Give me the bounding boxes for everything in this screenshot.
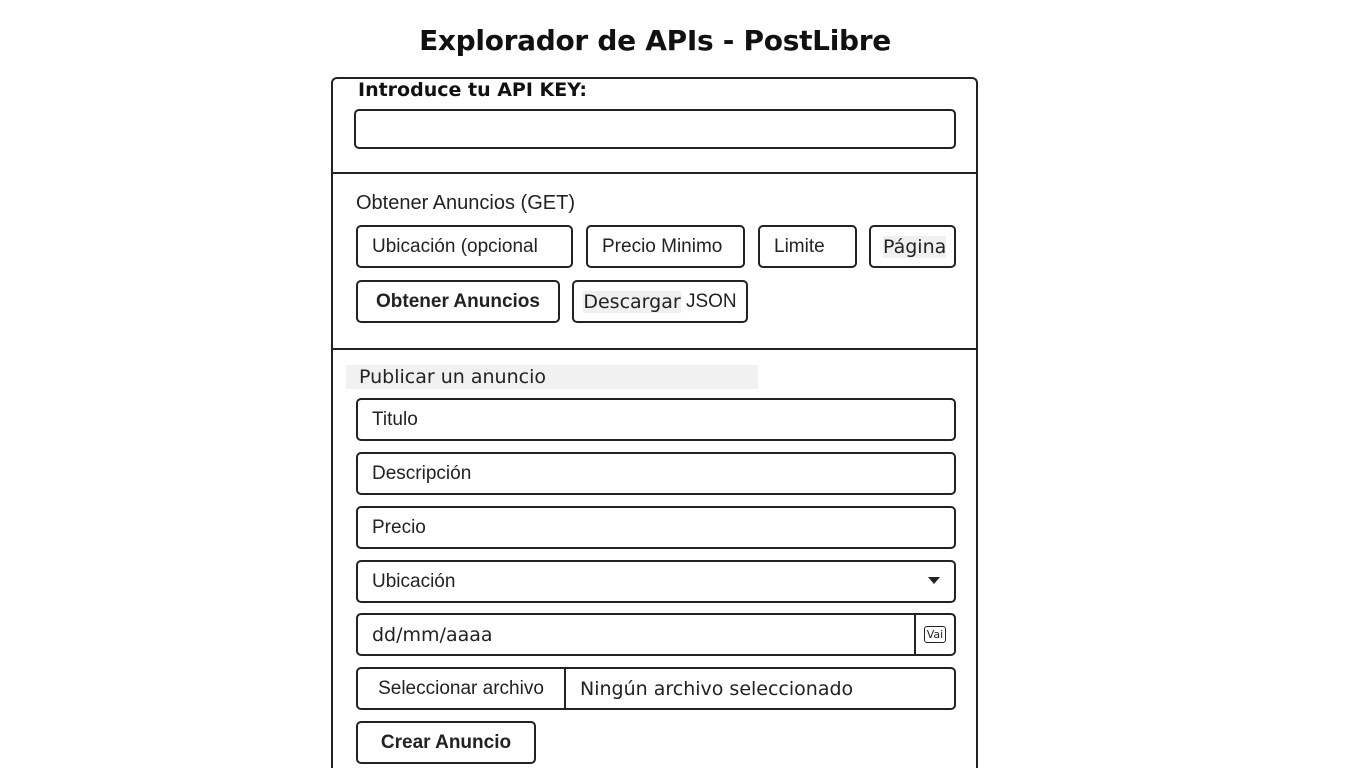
price-placeholder: Precio — [372, 516, 426, 538]
download-json-button[interactable]: Descargar JSON — [572, 280, 748, 323]
description-placeholder: Descripción — [372, 462, 472, 484]
post-ad-section: Publicar un anuncio Titulo Descripción P… — [333, 350, 976, 768]
description-input[interactable]: Descripción — [356, 452, 956, 495]
price-input[interactable]: Precio — [356, 506, 956, 549]
limit-placeholder: Limite — [774, 235, 825, 257]
api-key-label: Introduce tu API KEY: — [358, 79, 587, 101]
get-ads-section: Obtener Anuncios (GET) Ubicación (opcion… — [333, 174, 976, 350]
date-placeholder: dd/mm/aaaa — [372, 623, 493, 646]
location-filter-placeholder: Ubicación (opcional — [372, 235, 538, 257]
limit-input[interactable]: Limite — [758, 225, 857, 268]
api-explorer-card: Introduce tu API KEY: Obtener Anuncios (… — [331, 77, 978, 768]
create-ad-button-label: Crear Anuncio — [380, 731, 512, 753]
date-input[interactable]: dd/mm/aaaa Vai — [356, 613, 956, 656]
calendar-icon: Vai — [923, 626, 947, 643]
chevron-down-icon — [928, 577, 940, 584]
page-placeholder: Página — [883, 235, 947, 258]
get-section-title: Obtener Anuncios (GET) — [356, 192, 575, 214]
post-section-title: Publicar un anuncio — [346, 365, 758, 389]
page-input[interactable]: Página — [869, 225, 956, 268]
title-placeholder: Titulo — [372, 408, 418, 430]
title-input[interactable]: Titulo — [356, 398, 956, 441]
date-picker-button[interactable]: Vai — [914, 615, 954, 654]
file-status-text: Ningún archivo seleccionado — [580, 677, 854, 700]
download-json-label-part1: Descargar — [583, 290, 681, 313]
download-json-label-part2: JSON — [680, 290, 737, 312]
file-input[interactable]: Seleccionar archivo Ningún archivo selec… — [356, 667, 956, 710]
select-file-button[interactable]: Seleccionar archivo — [358, 669, 566, 708]
get-ads-button[interactable]: Obtener Anuncios — [356, 280, 560, 323]
location-select[interactable]: Ubicación — [356, 560, 956, 603]
page-title: Explorador de APIs - PostLibre — [419, 24, 891, 57]
get-ads-button-label: Obtener Anuncios — [376, 290, 540, 312]
min-price-input[interactable]: Precio Minimo — [586, 225, 745, 268]
min-price-placeholder: Precio Minimo — [602, 235, 723, 257]
location-select-value: Ubicación — [372, 570, 456, 592]
create-ad-button[interactable]: Crear Anuncio — [356, 721, 536, 764]
page: Explorador de APIs - PostLibre Introduce… — [0, 0, 1366, 768]
api-key-section: Introduce tu API KEY: — [333, 79, 976, 174]
location-filter-input[interactable]: Ubicación (opcional — [356, 225, 573, 268]
api-key-input[interactable] — [354, 109, 956, 149]
